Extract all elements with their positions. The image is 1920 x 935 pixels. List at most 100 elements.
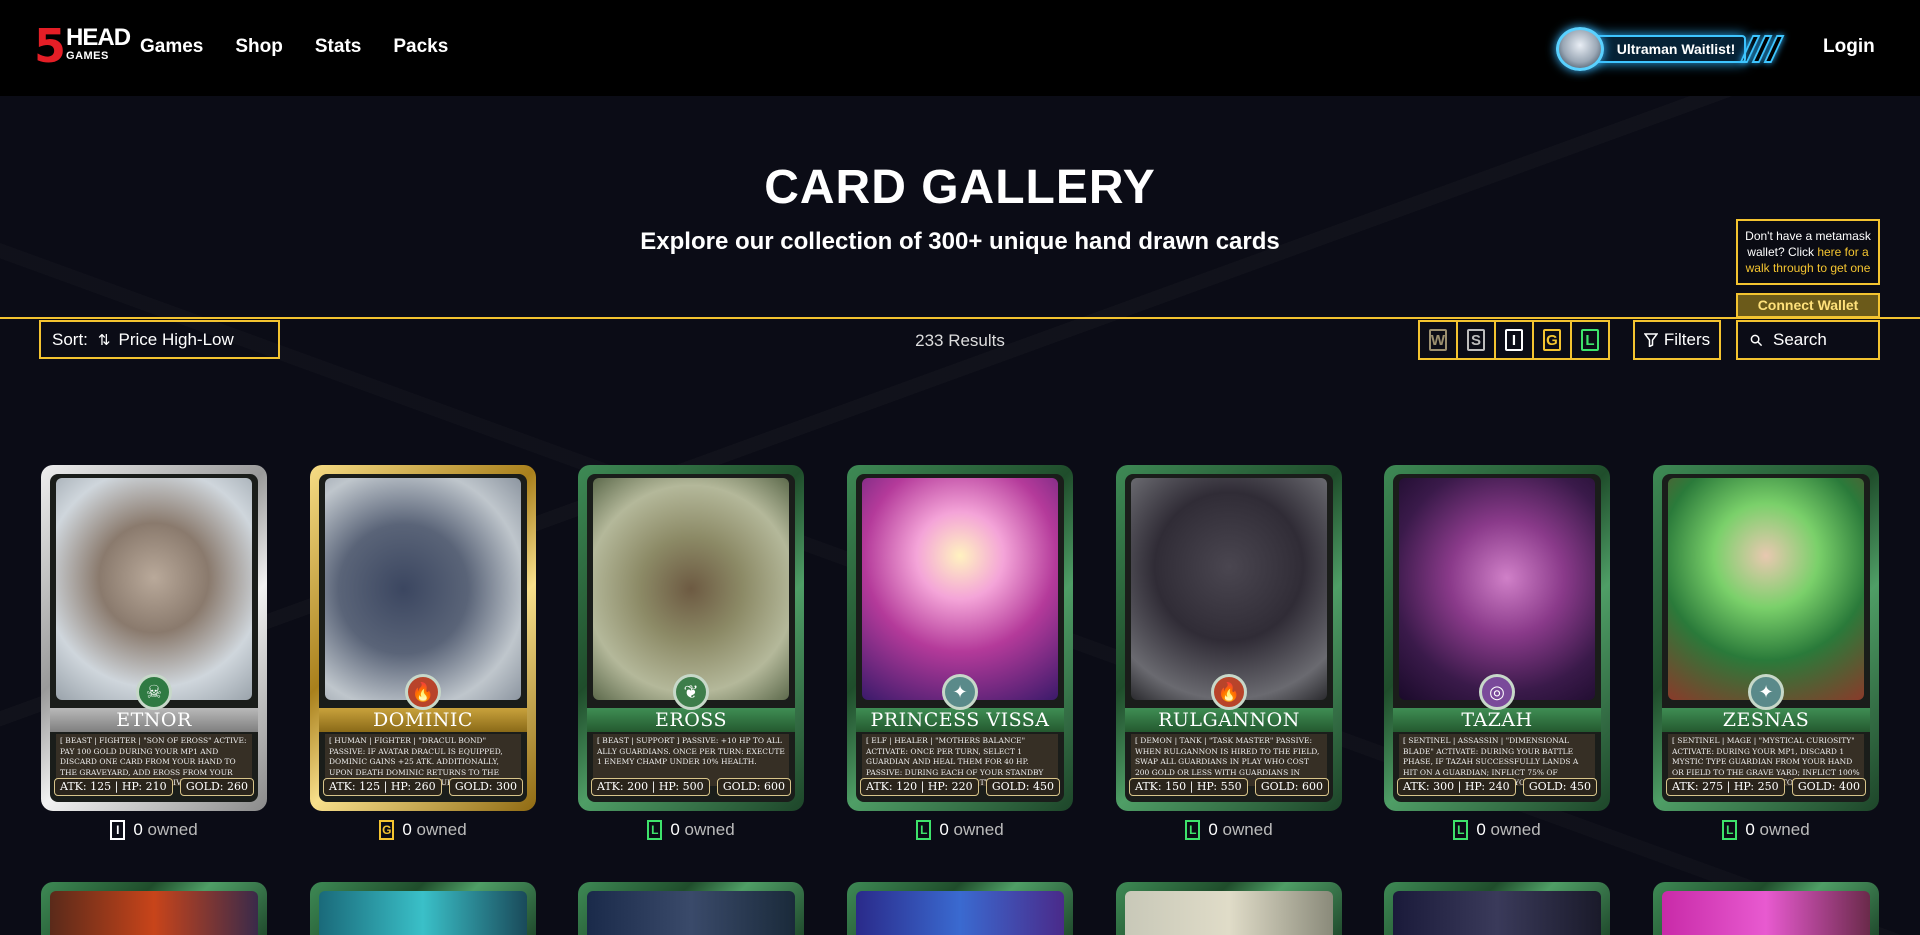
owned-number: 0 — [670, 820, 680, 839]
card-art — [325, 478, 521, 700]
card-row2-5[interactable] — [1116, 882, 1342, 935]
card-gold: GOLD: 300 — [448, 778, 523, 796]
card-zesnas[interactable]: ✦ ZESNAS [ SENTINEL | MAGE | "MYSTICAL C… — [1653, 465, 1879, 811]
card-hp: HP: 550 — [1196, 780, 1242, 793]
card-name: TAZAH — [1393, 708, 1601, 732]
card-hp: HP: 240 — [1464, 780, 1510, 793]
owned-label: owned — [953, 820, 1004, 839]
star-icon: ✦ — [1748, 674, 1784, 710]
owned-count: G 0 owned — [310, 820, 536, 840]
search-placeholder: Search — [1773, 330, 1827, 349]
card-etnor[interactable]: ☠ ETNOR [ BEAST | FIGHTER | "SON OF EROS… — [41, 465, 267, 811]
rarity-badge: I — [110, 820, 126, 840]
divider-line — [0, 317, 1920, 319]
card-dominic[interactable]: 🔥 DOMINIC [ HUMAN | FIGHTER | "DRACUL BO… — [310, 465, 536, 811]
card-hp: HP: 500 — [658, 780, 704, 793]
card-atk: ATK: 150 — [1135, 780, 1187, 793]
filter-icon — [1643, 333, 1658, 347]
card-name: DOMINIC — [319, 708, 527, 732]
owned-label: owned — [684, 820, 735, 839]
filters-button[interactable]: Filters — [1633, 320, 1721, 360]
owned-count: I 0 owned — [41, 820, 267, 840]
card-row2-3[interactable] — [578, 882, 804, 935]
rarity-l-icon: L — [1581, 329, 1599, 351]
card-row2-4[interactable] — [847, 882, 1073, 935]
card-row2-7[interactable] — [1653, 882, 1879, 935]
sort-label: Sort: — [52, 329, 88, 349]
sort-order-icon: ⇅ — [97, 331, 111, 349]
login-button[interactable]: Login — [1823, 36, 1875, 58]
card-eross[interactable]: ❦ EROSS [ BEAST | SUPPORT ] PASSIVE: +10… — [578, 465, 804, 811]
nav-games[interactable]: Games — [140, 36, 203, 58]
logo-five: 5 — [34, 19, 66, 73]
card-name: EROSS — [587, 708, 795, 732]
owned-number: 0 — [939, 820, 949, 839]
connect-wallet-button[interactable]: Connect Wallet — [1736, 293, 1880, 318]
ultraman-face-icon — [1556, 27, 1604, 71]
fire-icon: 🔥 — [405, 674, 441, 710]
rarity-filter-l[interactable]: L — [1570, 320, 1610, 360]
card-name: ETNOR — [50, 708, 258, 732]
ultraman-waitlist-button[interactable]: Ultraman Waitlist! — [1556, 27, 1785, 71]
card-gold: GOLD: 450 — [985, 778, 1060, 796]
rarity-filter-g[interactable]: G — [1532, 320, 1572, 360]
logo-head: HEAD — [66, 24, 131, 51]
card-gold: GOLD: 400 — [1791, 778, 1866, 796]
rarity-filter-w[interactable]: W — [1418, 320, 1458, 360]
5head-games-logo[interactable]: 5 HEAD GAMES — [34, 19, 131, 73]
card-rulgannon[interactable]: 🔥 RULGANNON [ DEMON | TANK | "TASK MASTE… — [1116, 465, 1342, 811]
card-gold: GOLD: 600 — [1254, 778, 1329, 796]
card-hp: HP: 260 — [390, 780, 436, 793]
owned-count: L 0 owned — [578, 820, 804, 840]
card-hp: HP: 220 — [927, 780, 973, 793]
owned-number: 0 — [1745, 820, 1755, 839]
rarity-filter-s[interactable]: S — [1456, 320, 1496, 360]
card-atk: ATK: 120 — [866, 780, 918, 793]
top-navbar: 5 HEAD GAMES Games Shop Stats Packs Ultr… — [0, 0, 1920, 96]
card-name: PRINCESS VISSA — [856, 708, 1064, 732]
card-row2-2[interactable] — [310, 882, 536, 935]
card-name: ZESNAS — [1662, 708, 1870, 732]
rarity-filter-i[interactable]: I — [1494, 320, 1534, 360]
sort-value: Price High-Low — [118, 329, 234, 349]
rarity-s-icon: S — [1467, 329, 1485, 351]
owned-number: 0 — [1208, 820, 1218, 839]
card-row2-6[interactable] — [1384, 882, 1610, 935]
card-art — [862, 478, 1058, 700]
nav-stats[interactable]: Stats — [315, 36, 361, 58]
owned-label: owned — [1490, 820, 1541, 839]
ultraman-stripes-decoration — [1739, 35, 1785, 63]
owned-number: 0 — [1476, 820, 1486, 839]
rarity-badge: L — [916, 820, 932, 840]
main-nav: Games Shop Stats Packs — [140, 36, 448, 58]
rarity-badge: L — [1722, 820, 1738, 840]
rarity-badge: L — [1185, 820, 1201, 840]
card-princess-vissa[interactable]: ✦ PRINCESS VISSA [ ELF | HEALER | "MOTHE… — [847, 465, 1073, 811]
filters-label: Filters — [1663, 330, 1711, 349]
card-art — [593, 478, 789, 700]
owned-count: L 0 owned — [1116, 820, 1342, 840]
owned-label: owned — [147, 820, 198, 839]
card-tazah[interactable]: ◎ TAZAH [ SENTINEL | ASSASSIN | "DIMENSI… — [1384, 465, 1610, 811]
card-gold: GOLD: 260 — [179, 778, 254, 796]
owned-number: 0 — [402, 820, 412, 839]
logo-games: GAMES — [66, 50, 109, 62]
owned-label: owned — [1759, 820, 1810, 839]
card-row2-1[interactable] — [41, 882, 267, 935]
card-atk: ATK: 300 — [1403, 780, 1455, 793]
skull-icon: ☠ — [136, 674, 172, 710]
nav-shop[interactable]: Shop — [235, 36, 283, 58]
sort-dropdown[interactable]: Sort: ⇅ Price High-Low — [39, 320, 280, 359]
rarity-g-icon: G — [1543, 329, 1561, 351]
metamask-tip: Don't have a metamask wallet? Click here… — [1736, 219, 1880, 285]
owned-count: L 0 owned — [1384, 820, 1610, 840]
page-title: CARD GALLERY — [764, 161, 1156, 214]
card-hp: HP: 210 — [121, 780, 167, 793]
search-input[interactable]: Search — [1736, 320, 1880, 360]
card-name: RULGANNON — [1125, 708, 1333, 732]
card-hp: HP: 250 — [1733, 780, 1779, 793]
nav-packs[interactable]: Packs — [393, 36, 448, 58]
rarity-badge: L — [1453, 820, 1469, 840]
card-atk: ATK: 200 — [597, 780, 649, 793]
search-icon — [1750, 334, 1763, 346]
